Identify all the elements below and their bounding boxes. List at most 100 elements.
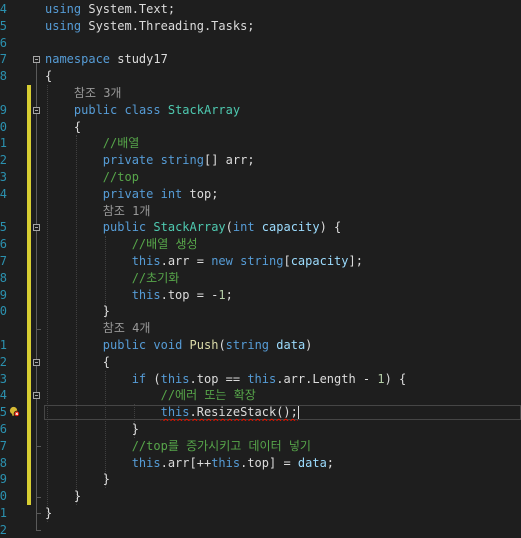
text-caret [297,406,299,420]
code-token: .arr[++ [160,455,212,470]
code-line[interactable]: 참조 1개 [0,202,521,220]
code-line[interactable]: 3 //top [0,169,521,186]
code-line[interactable]: 4 //에러 또는 확장 [0,387,521,405]
code-line[interactable]: 8 this.arr[++this.top] = data; [0,454,521,472]
saved-change-marker [27,253,31,270]
code-token: if [131,371,147,386]
saved-change-marker [27,370,31,388]
code-line[interactable]: 9 public class StackArray [0,101,521,119]
code-token: //배열 [102,136,140,151]
collapse-region-icon[interactable] [33,106,40,114]
code-text: //top [45,169,521,186]
code-token: string [240,254,284,268]
line-number: 7 [0,52,7,67]
line-number: 1 [0,338,7,352]
error-lightbulb-icon[interactable] [9,406,20,418]
code-line[interactable]: 0 } [0,303,521,321]
code-token: private [102,153,154,168]
code-token: .top] = [240,455,298,470]
code-line[interactable]: 6 [0,35,521,52]
code-token: void [153,338,183,352]
code-text: } [45,421,521,438]
code-line[interactable]: 8{ [0,68,521,85]
code-line[interactable]: 5 this.ResizeStack(); [0,404,521,421]
line-number: 3 [0,371,7,386]
saved-change-marker [27,236,31,253]
code-line[interactable]: 1 //배열 [0,135,521,153]
code-line[interactable]: 3 if (this.top == this.arr.Length - 1) { [0,370,521,388]
code-line[interactable]: 9 this.top = -1; [0,286,521,304]
code-token: public [73,102,118,117]
saved-change-marker [27,303,31,321]
line-number: 4 [0,388,7,403]
code-line[interactable]: 0 { [0,118,521,136]
line-number: 4 [0,2,7,16]
code-token: ) { [384,371,407,386]
code-token: new [211,254,233,268]
code-text: { [45,354,521,371]
code-editor[interactable]: 4 using System.Text; 5 using System.Threadi… [0,0,521,538]
line-number: 5 [0,220,7,235]
saved-change-marker [27,269,31,287]
code-text: using System.Text; [45,1,521,18]
codelens-references[interactable]: 참조 3개 [45,86,122,100]
code-token: [] arr; [203,153,255,168]
code-line[interactable]: 4 private int top; [0,185,521,203]
code-line[interactable]: 2 { [0,353,521,371]
code-line[interactable]: 5 using System.Threading.Tasks; [0,18,521,35]
code-line[interactable]: 8 //초기화 [0,269,521,287]
code-token: System.Threading.Tasks; [81,18,255,33]
code-text: this.ResizeStack(); [45,404,521,421]
code-line[interactable]: 6 //배열 생성 [0,236,521,253]
code-token: data [297,455,327,470]
code-text: } [45,471,521,488]
code-line[interactable]: 0 } [0,488,521,505]
code-token: ) { [319,220,342,235]
code-line[interactable]: 참조 4개 [0,320,521,337]
code-text: { [45,68,521,85]
code-token: study17 [110,52,168,67]
codelens-references[interactable]: 참조 4개 [45,321,151,335]
code-text: //에러 또는 확장 [45,387,521,404]
code-line[interactable]: 참조 3개 [0,85,521,102]
saved-change-marker [27,404,31,421]
codelens-references[interactable]: 참조 1개 [45,204,151,218]
code-line[interactable]: 9 } [0,471,521,489]
code-line[interactable]: 7 //top를 증가시키고 데이터 넣기 [0,437,521,455]
collapse-region-icon[interactable] [33,392,40,400]
code-line[interactable]: 1 public void Push(string data) [0,337,521,354]
collapse-region-icon[interactable] [33,56,40,64]
code-token: .top == [189,371,248,386]
collapse-region-icon[interactable] [33,358,40,366]
code-text: { [45,119,521,136]
code-token: ( [218,338,226,352]
line-number: 8 [0,455,7,470]
code-line[interactable]: 5 public StackArray(int capacity) { [0,219,521,237]
code-token: ( [225,220,233,235]
line-number: 0 [0,304,7,319]
code-line[interactable]: 4 using System.Text; [0,1,521,18]
collapse-region-icon[interactable] [33,224,40,232]
line-number: 7 [0,438,7,453]
code-line[interactable]: 2 private string[] arr; [0,152,521,169]
saved-change-marker [27,488,31,505]
saved-change-marker [27,387,31,405]
code-line[interactable]: 7 namespace study17 [0,51,521,68]
code-token: //에러 또는 확장 [160,388,256,403]
code-token: using [45,18,82,33]
code-text: namespace study17 [45,51,521,68]
code-line[interactable]: 1} [0,505,521,522]
code-line[interactable]: 7 this.arr = new string[capacity]; [0,253,521,270]
code-line[interactable]: 2 [0,522,521,538]
code-token: .top = - [160,287,219,302]
code-line[interactable]: 6 } [0,421,521,438]
code-token: } [45,304,111,319]
